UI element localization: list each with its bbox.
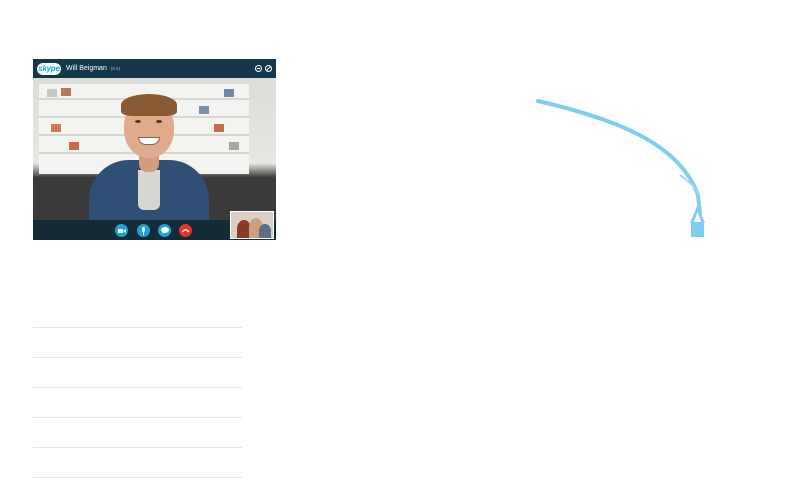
close-icon[interactable] <box>265 65 272 72</box>
skype-logo: skype <box>37 62 61 75</box>
chat-bubble-icon <box>160 227 169 234</box>
window-controls <box>255 65 272 72</box>
hang-up-icon <box>181 229 190 233</box>
list-divider <box>33 417 242 418</box>
chat-button[interactable] <box>158 224 171 237</box>
self-view-thumbnail[interactable] <box>230 211 274 239</box>
caller-name: Will Beigman <box>66 65 107 72</box>
caller-video-person <box>89 90 209 220</box>
remote-video <box>33 78 276 220</box>
curved-arrow-icon <box>536 99 705 237</box>
list-divider <box>33 447 242 448</box>
end-call-button[interactable] <box>179 224 192 237</box>
call-duration: (6:4) <box>110 66 121 71</box>
call-title-bar: skype Will Beigman (6:4) <box>33 59 276 78</box>
video-camera-icon <box>117 228 126 233</box>
list-divider <box>33 387 242 388</box>
microphone-icon <box>142 226 145 235</box>
video-button[interactable] <box>115 224 128 237</box>
skype-call-window: skype Will Beigman (6:4) <box>33 59 276 240</box>
list-divider <box>33 477 242 478</box>
minimize-icon[interactable] <box>255 65 262 72</box>
list-divider <box>33 327 242 328</box>
mute-button[interactable] <box>137 224 150 237</box>
call-control-bar <box>33 211 276 240</box>
list-divider <box>33 357 242 358</box>
